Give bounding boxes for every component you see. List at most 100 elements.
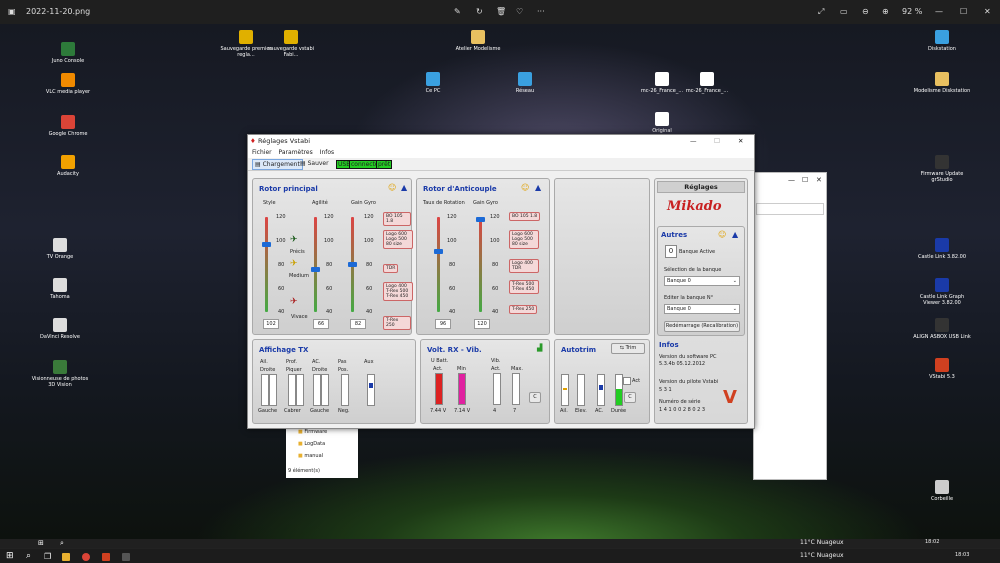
agilite-slider-knob[interactable] [311,267,320,273]
preset-tag[interactable]: Logo 400 TDR [509,259,539,273]
task-view-icon[interactable]: ❐ [44,552,52,561]
desktop-icon[interactable]: mc-26_France_... [677,72,737,94]
restart-button[interactable]: Redémarrage (Recalibration) [664,321,740,332]
desktop-icon[interactable]: Modelisme Diskstation [912,72,972,94]
folder-item[interactable]: ■ manual [298,453,323,459]
minimize-icon[interactable]: — [788,176,795,184]
chargement-button[interactable]: ▤ Chargement [252,159,303,170]
desktop-icon[interactable]: Réseau [495,72,555,94]
search-box[interactable] [756,203,824,215]
desktop-icon[interactable]: Audacity [38,155,98,177]
fullscreen-icon[interactable]: ⤢ [818,7,824,17]
preset-tag[interactable]: T-Rex 500 T-Rex 450 [509,280,539,294]
minimize-icon[interactable]: — [935,7,943,16]
desktop-icon[interactable]: Visionneuse de photos 3D Vision [30,360,90,388]
chrome-icon[interactable] [82,553,90,561]
gain-gyro-slider-knob[interactable] [348,262,357,267]
gain-gyro-value[interactable]: 82 [350,319,366,329]
maximize-icon[interactable]: ☐ [960,7,967,16]
preset-tag[interactable]: TDR [383,264,399,273]
gain-gyro-value[interactable]: 120 [474,319,490,329]
menu-parametres[interactable]: Paramètres [279,149,313,156]
close-icon[interactable]: ✕ [984,7,991,16]
maximize-icon[interactable]: ☐ [802,176,808,184]
fit-icon[interactable]: ▭ [840,7,848,16]
preset-tag[interactable]: Logo 600 Logo 500 80 size [383,230,413,249]
delete-icon[interactable]: 🗑 [496,7,506,16]
desktop-icon[interactable]: VLC media player [38,73,98,95]
desktop-icon[interactable]: Firmware Update grStudio [912,155,972,183]
desktop-icon[interactable]: Castle Link 3.82.00 [912,238,972,260]
preset-tag[interactable]: Logo 400 T-Rex 500 T-Rex 450 [383,282,413,301]
menu-fichier[interactable]: Fichier [252,149,272,156]
desktop-icon[interactable]: VStabi 5.3 [912,358,972,380]
search-icon[interactable]: ⌕ [26,551,34,561]
autotrim-c-button[interactable]: C [624,392,636,403]
agilite-value[interactable]: 66 [313,319,329,329]
graduation-cap-icon[interactable]: ▲ [732,230,738,239]
scale-label: 100 [490,238,500,244]
preset-tag[interactable]: BO 105 1.8 [383,212,411,226]
folder-item[interactable]: ■ LogData [298,441,325,447]
folder-item[interactable]: ■ Firmware [298,429,327,435]
weather-status[interactable]: 11°C Nuageux [800,539,844,546]
desktop-icon[interactable]: ALIGN ASBOX USB Link [912,318,972,340]
preset-tag[interactable]: BO 105 1.8 [509,212,541,221]
search-icon[interactable]: ⌕ [60,539,68,547]
file-explorer-icon[interactable] [62,553,70,561]
editer-dropdown[interactable]: Banque 0 ⌄ [664,304,740,314]
desktop-icon[interactable]: Atelier Modelisme [448,30,508,52]
clock[interactable]: 18:02 [925,539,939,545]
desktop-icon[interactable]: Corbeille [912,480,972,502]
sauver-button[interactable]: ▤ Sauver [300,158,329,170]
trim-button[interactable]: ⇆ Trim [611,343,645,354]
close-icon[interactable]: ✕ [816,176,822,184]
trim-icon: ⇆ [619,345,624,351]
start-icon[interactable]: ⊞ [6,551,14,561]
minimize-icon[interactable]: — [690,135,697,148]
preset-tag[interactable]: T-Rex 250 [509,305,538,314]
vstabi-taskbar-icon[interactable] [102,553,110,561]
taux-rotation-value[interactable]: 96 [435,319,451,329]
agilite-slider-track[interactable] [314,217,317,312]
gain-gyro-slider-track[interactable] [479,217,482,312]
zoom-in-icon[interactable]: ⊕ [882,7,889,16]
style-value[interactable]: 102 [263,319,279,329]
desktop-icon[interactable]: Diskstation [912,30,972,52]
style-slider-track[interactable] [265,217,268,312]
graduation-cap-icon[interactable]: ▲ [535,183,541,192]
taux-rotation-slider-track[interactable] [437,217,440,312]
desktop-icon[interactable]: Tahoma [30,278,90,300]
menu-infos[interactable]: Infos [320,149,334,156]
rotate-icon[interactable]: ↻ [476,7,483,16]
app-taskbar-icon[interactable] [122,553,130,561]
desktop-icon[interactable]: DaVinci Resolve [30,318,90,340]
graph-icon[interactable]: ▟ [537,344,542,352]
favorite-icon[interactable]: ♡ [516,7,523,16]
zoom-out-icon[interactable]: ⊖ [862,7,869,16]
style-slider-knob[interactable] [262,242,271,248]
desktop-icon[interactable]: TV Orange [30,238,90,260]
start-icon[interactable]: ⊞ [38,539,46,547]
desktop-icon[interactable]: Castle Link Graph Viewer 3.82.00 [912,278,972,306]
desktop-icon[interactable]: Ce PC [403,72,463,94]
weather-status[interactable]: 11°C Nuageux [800,552,844,559]
close-icon[interactable]: ✕ [738,135,743,148]
explorer-window-edge: — ☐ ✕ [753,172,827,480]
app-icon [935,238,949,252]
selection-dropdown[interactable]: Banque 0 ⌄ [664,276,740,286]
more-button[interactable]: ··· [537,7,545,16]
taux-rotation-slider-knob[interactable] [434,248,443,254]
edit-icon[interactable]: ✎ [454,7,461,16]
desktop-icon[interactable]: sauvegarde vstabi Fabi... [261,30,321,58]
gain-gyro-slider-knob[interactable] [476,217,485,222]
preset-tag[interactable]: T-Rex 250 [383,316,411,330]
act-checkbox[interactable] [623,377,631,385]
preset-tag[interactable]: Logo 600 Logo 500 80 size [509,230,539,249]
desktop-icon[interactable]: Google Chrome [38,115,98,137]
volt-c-button[interactable]: C [529,392,541,403]
clock[interactable]: 18:03 [955,552,969,558]
desktop-icon[interactable]: Original [632,112,692,134]
desktop-icon[interactable]: Juno Console [38,42,98,64]
graduation-cap-icon[interactable]: ▲ [401,183,407,192]
